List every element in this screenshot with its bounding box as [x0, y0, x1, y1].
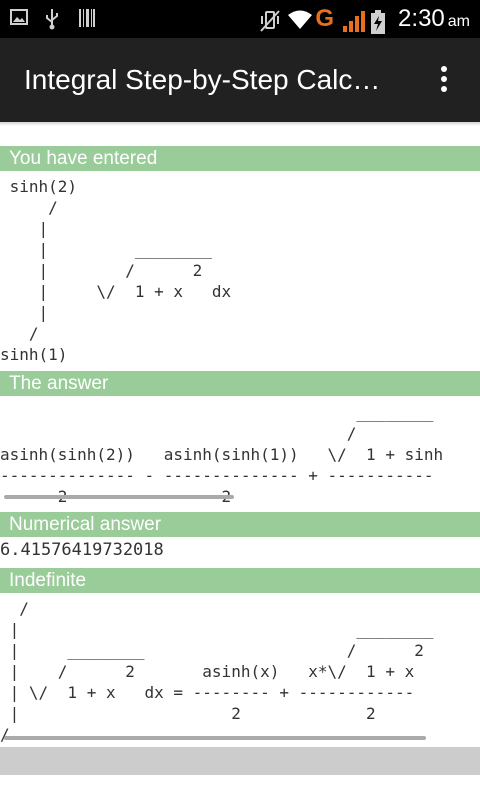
entered-header: You have entered [0, 146, 480, 171]
signal-icon [342, 9, 366, 32]
answer-header: The answer [0, 371, 480, 396]
indefinite-horizontal-scrollbar[interactable] [4, 736, 426, 740]
status-bar: G 2:30 am [0, 0, 480, 38]
battery-charging-icon [370, 9, 390, 34]
barcode-icon [78, 8, 98, 28]
numerical-header: Numerical answer [0, 512, 480, 537]
indefinite-header: Indefinite [0, 568, 480, 593]
more-vert-icon[interactable] [430, 62, 458, 98]
entered-expression: sinh(2) / | | ________ | / 2 | \/ 1 + x … [0, 177, 232, 364]
usb-icon [44, 8, 64, 30]
vibrate-icon [259, 9, 281, 32]
indefinite-expression[interactable]: / | ________ | ________ / 2 | / 2 asinh(… [0, 598, 480, 745]
network-type-label: G [315, 5, 335, 32]
wifi-icon [287, 9, 313, 29]
numerical-value: 6.41576419732018 [0, 540, 164, 560]
answer-horizontal-scrollbar[interactable] [4, 495, 234, 499]
app-title: Integral Step-by-Step Calc… [24, 64, 381, 95]
bottom-bar [0, 747, 480, 775]
action-bar: Integral Step-by-Step Calc… [0, 38, 480, 122]
image-notification-icon [10, 8, 30, 28]
answer-expression[interactable]: ________ / asinh(sinh(2)) asinh(sinh(1))… [0, 402, 480, 507]
action-bar-shadow [0, 122, 480, 126]
status-clock: 2:30 am [398, 5, 470, 32]
